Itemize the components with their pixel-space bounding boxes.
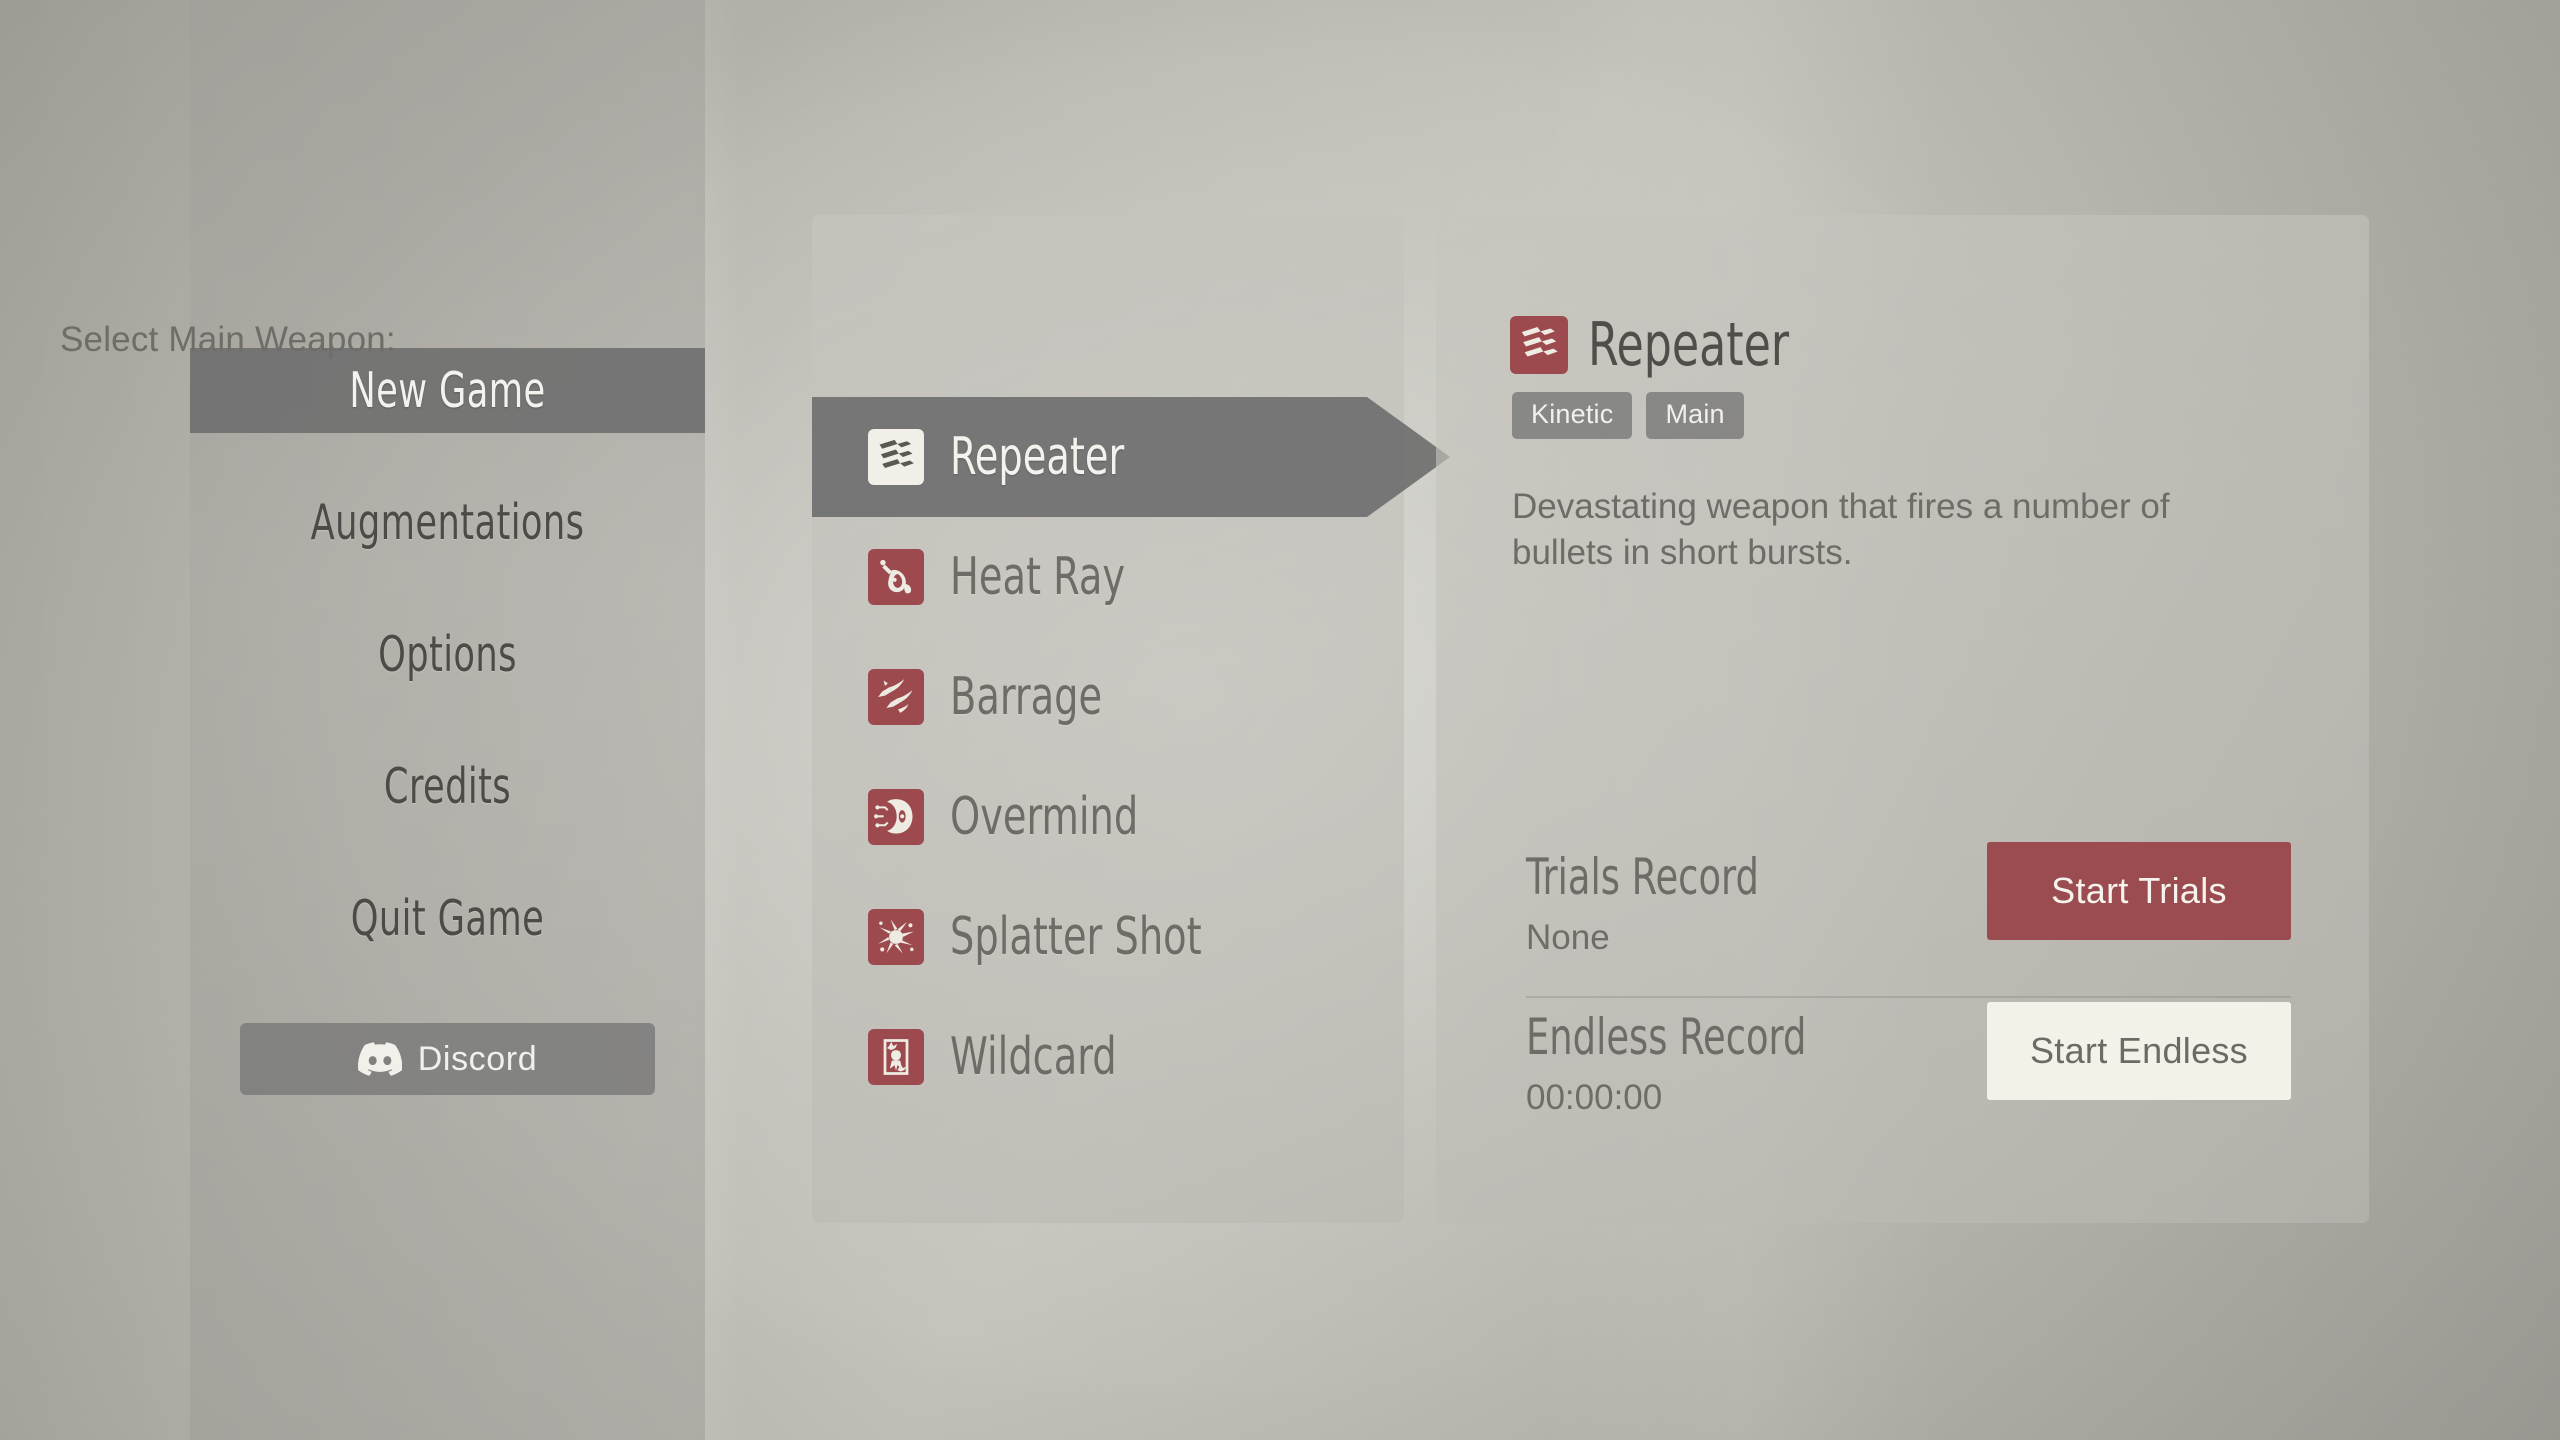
start-trials-button[interactable]: Start Trials [1987,842,2291,940]
main-menu-list: New Game Augmentations Options Credits Q… [190,348,705,961]
start-endless-button[interactable]: Start Endless [1987,1002,2291,1100]
weapon-list-item-barrage[interactable]: Barrage [812,637,1452,757]
sidebar-item-quit-game[interactable]: Quit Game [190,876,705,961]
ray-gun-icon [868,549,924,605]
weapon-name: Wildcard [950,1027,1117,1087]
menu-spacer [190,697,705,744]
bullets-icon [868,429,924,485]
missiles-icon [868,669,924,725]
record-value: 00:00:00 [1526,1078,1663,1117]
sidebar-item-augmentations[interactable]: Augmentations [190,480,705,565]
weapon-name: Heat Ray [950,547,1126,607]
weapon-list-item-overmind[interactable]: Overmind [812,757,1452,877]
bullets-icon [1510,316,1568,374]
record-value: None [1526,918,1610,957]
weapon-list-item-wildcard[interactable]: Wildcard [812,997,1452,1117]
sidebar-item-label: Credits [383,758,512,815]
sidebar-item-credits[interactable]: Credits [190,744,705,829]
weapon-name: Overmind [950,787,1139,847]
discord-button[interactable]: Discord [240,1023,655,1095]
divider [1526,996,2291,998]
sidebar-item-options[interactable]: Options [190,612,705,697]
weapon-list-item-splatter-shot[interactable]: Splatter Shot [812,877,1452,997]
weapon-list: Repeater Heat Ray Barrage Overmind Splat… [812,397,1452,1117]
record-title: Trials Record [1526,848,1759,906]
weapon-name: Repeater [950,427,1125,487]
endless-record-row: Endless Record 00:00:00 Start Endless [1526,996,2291,1156]
trials-record-row: Trials Record None Start Trials [1526,836,2291,996]
weapon-detail-header: Repeater [1510,310,1833,380]
weapon-tag-list: Kinetic Main [1512,392,1744,439]
discord-button-label: Discord [417,1039,538,1078]
weapon-list-item-repeater[interactable]: Repeater [812,397,1452,517]
menu-spacer [190,565,705,612]
weapon-list-item-heat-ray[interactable]: Heat Ray [812,517,1452,637]
sidebar-item-label: Quit Game [350,890,545,947]
menu-spacer [190,829,705,876]
sidebar-item-label: Options [378,626,517,683]
records-section: Trials Record None Start Trials Endless … [1526,836,2291,1156]
brain-eye-icon [868,789,924,845]
weapon-select-label: Select Main Weapon: [60,320,396,359]
status-badge: Main [1646,392,1744,439]
sidebar-item-label: Augmentations [310,494,585,551]
joker-card-icon [868,1029,924,1085]
menu-spacer [190,433,705,480]
sidebar-item-new-game[interactable]: New Game [190,348,705,433]
weapon-name: Barrage [950,667,1103,727]
record-title: Endless Record [1526,1008,1807,1066]
status-badge: Kinetic [1512,392,1633,439]
weapon-detail-title: Repeater [1588,310,1790,380]
sidebar-item-label: New Game [349,362,546,419]
weapon-name: Splatter Shot [950,907,1202,967]
weapon-description: Devastating weapon that fires a number o… [1512,487,2170,573]
discord-icon [357,1042,402,1076]
splatter-icon [868,909,924,965]
